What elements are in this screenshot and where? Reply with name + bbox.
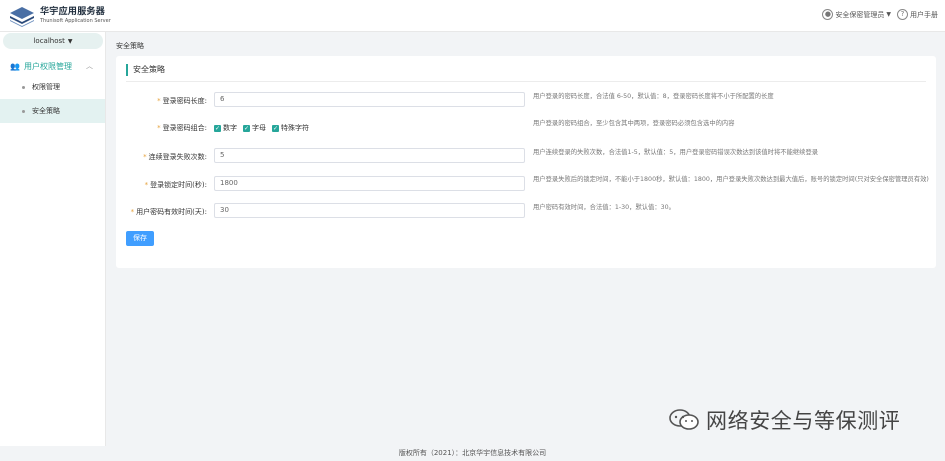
password-validity-label: * 用户密码有效时间(天):	[131, 207, 207, 217]
sidebar-group-user-permission[interactable]: 👥 用户权限管理 ︿	[0, 57, 105, 75]
footer-copyright: 版权所有（2021）：北京华宇信息技术有限公司	[398, 449, 547, 457]
users-icon: 👥	[10, 61, 20, 71]
card-title: 安全策略	[126, 64, 165, 76]
checkbox-label: 特殊字符	[281, 124, 309, 132]
wechat-icon	[669, 409, 699, 430]
required-mark: *	[130, 208, 135, 216]
required-mark: *	[143, 153, 147, 161]
app-title: 华宇应用服务器	[40, 7, 106, 17]
user-manual-link[interactable]: 用户手册	[910, 10, 938, 20]
top-bar: 华宇应用服务器 Thunisoft Application Server ● 安…	[0, 0, 945, 32]
chevron-up-icon: ︿	[86, 62, 93, 70]
required-mark: *	[157, 97, 161, 105]
logo-icon	[10, 7, 34, 27]
sidebar-group-label: 用户权限管理	[23, 61, 72, 71]
required-mark: *	[157, 124, 161, 132]
field-label: 用户密码有效时间(天):	[136, 208, 207, 216]
field-label: 登录锁定时间(秒):	[150, 181, 207, 189]
watermark-text: 网络安全与等保测评	[706, 409, 901, 433]
checkbox-checked-icon: ✓	[214, 124, 221, 132]
password-composition-hint: 用户登录的密码组合，至少包含其中两项，登录密码必须包含选中的内容	[533, 120, 735, 127]
host-select-value: localhost	[33, 37, 65, 45]
field-label: 登录密码长度:	[162, 97, 207, 105]
user-avatar-icon: ●	[822, 9, 834, 20]
user-menu[interactable]: 安全保密管理员	[835, 10, 884, 20]
host-select[interactable]: localhost ▼	[3, 33, 103, 49]
help-icon[interactable]: ?	[897, 9, 908, 20]
caret-down-icon: ▼	[67, 38, 73, 45]
password-length-hint: 用户登录的密码长度，合法值 6-50，默认值：8，登录密码长度将不小于所配置的长…	[533, 93, 774, 100]
lock-time-hint: 用户登录失败后的锁定时间，不能小于1800秒，默认值：1800，用户登录失败次数…	[533, 176, 929, 183]
caret-down-icon[interactable]: ▼	[886, 11, 891, 18]
password-validity-hint: 用户密码有效时间，合法值：1-30，默认值：30。	[533, 204, 675, 211]
sidebar-item-label: 安全策略	[32, 107, 60, 115]
field-label: 登录密码组合:	[162, 124, 207, 132]
sidebar-item-permission[interactable]: 权限管理	[0, 75, 105, 99]
failed-attempts-hint: 用户连续登录的失败次数，合法值1-5，默认值：5，用户登录密码错误次数达到该值时…	[533, 149, 819, 156]
checkbox-checked-icon: ✓	[272, 124, 279, 132]
watermark: 网络安全与等保测评	[668, 405, 900, 435]
lock-time-input[interactable]: 1800	[214, 176, 525, 191]
sidebar-item-security-policy[interactable]: 安全策略	[0, 99, 105, 123]
sidebar-item-label: 权限管理	[32, 83, 60, 91]
checkbox-digits[interactable]: ✓ 数字	[214, 123, 237, 133]
required-mark: *	[144, 181, 149, 189]
password-composition-label: * 登录密码组合:	[157, 123, 207, 133]
password-length-input[interactable]: 6	[214, 92, 525, 107]
breadcrumb: 安全策略	[116, 42, 144, 50]
checkbox-checked-icon: ✓	[243, 124, 250, 132]
checkbox-label: 数字	[223, 124, 237, 132]
security-policy-card: 安全策略 * 登录密码长度: 6 用户登录的密码长度，合法值 6-50，默认值：8…	[116, 56, 936, 268]
failed-attempts-label: * 连续登录失败次数:	[143, 152, 207, 162]
password-validity-input[interactable]: 30	[214, 203, 525, 218]
user-area: ● 安全保密管理员 ▼ ? 用户手册	[822, 9, 938, 20]
password-length-label: * 登录密码长度:	[157, 96, 207, 106]
app-subtitle: Thunisoft Application Server	[40, 18, 111, 24]
save-button[interactable]: 保存	[126, 231, 154, 246]
failed-attempts-input[interactable]: 5	[214, 148, 525, 163]
bullet-icon	[22, 85, 25, 89]
field-label: 连续登录失败次数:	[148, 153, 207, 161]
password-composition-checks: ✓ 数字 ✓ 字母 ✓ 特殊字符	[214, 123, 315, 133]
sidebar: localhost ▼ 👥 用户权限管理 ︿ 权限管理 安全策略	[0, 32, 106, 446]
lock-time-label: * 登录锁定时间(秒):	[145, 180, 207, 190]
checkbox-special-chars[interactable]: ✓ 特殊字符	[272, 123, 309, 133]
divider	[126, 81, 926, 82]
bullet-icon	[22, 109, 25, 113]
app-logo[interactable]: 华宇应用服务器 Thunisoft Application Server	[8, 5, 111, 27]
checkbox-letters[interactable]: ✓ 字母	[243, 123, 266, 133]
checkbox-label: 字母	[252, 124, 266, 132]
